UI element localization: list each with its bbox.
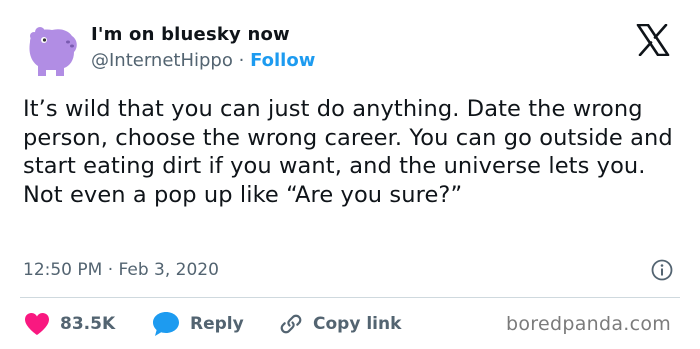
tweet-date: Feb 3, 2020 [118,260,219,280]
link-icon [280,314,302,334]
author-display-name[interactable]: I'm on bluesky now [91,24,290,45]
tweet-time: 12:50 PM [23,260,103,280]
author-handle[interactable]: @InternetHippo [91,50,233,71]
x-logo-icon[interactable] [636,23,670,57]
handle-separator: · [238,50,245,71]
timestamp-separator: · [107,260,114,280]
hippo-avatar-icon [20,20,80,80]
reply-label: Reply [190,314,244,334]
tweet-timestamp[interactable]: 12:50 PM · Feb 3, 2020 [23,260,219,280]
like-button[interactable]: 83.5K [24,311,115,337]
avatar[interactable] [20,20,80,80]
tweet-text: It’s wild that you can just do anything.… [23,96,673,208]
copy-link-button[interactable]: Copy link [279,311,401,337]
heart-icon [25,313,49,335]
follow-button[interactable]: Follow [250,50,315,71]
divider [20,297,680,298]
author-handle-row: @InternetHippo · Follow [91,50,315,71]
watermark: boredpanda.com [506,313,672,335]
speech-bubble-icon [153,312,179,336]
info-icon[interactable] [651,259,673,281]
like-count: 83.5K [60,314,116,334]
reply-button[interactable]: Reply [152,311,244,337]
copy-link-label: Copy link [313,314,402,334]
